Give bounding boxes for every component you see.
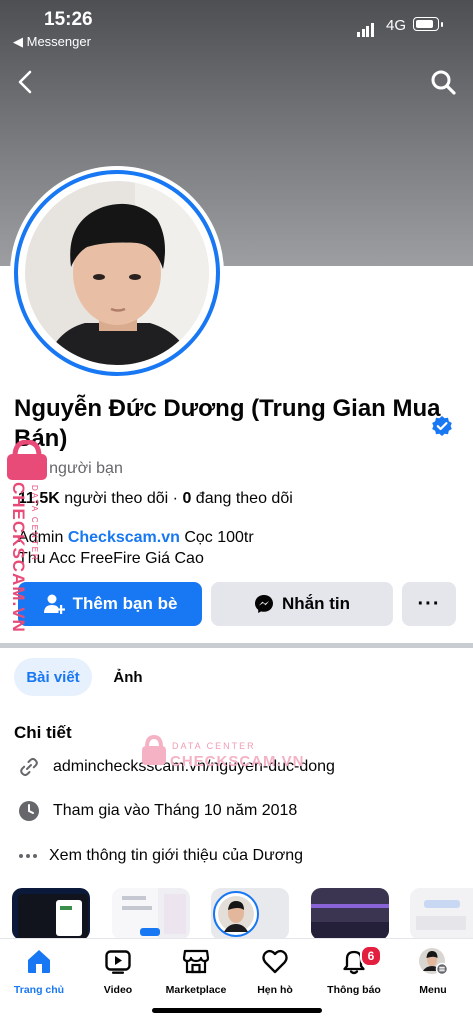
nav-menu[interactable]: Menu [395,947,471,996]
photo-thumbnail[interactable] [112,888,190,940]
video-icon [105,950,131,974]
message-button[interactable]: Nhắn tin [211,582,393,626]
menu-avatar-icon [419,948,449,976]
about-row[interactable]: Xem thông tin giới thiệu của Dương [18,843,303,869]
notification-badge: 6 [360,945,382,967]
status-bar: 15:26 ◀ Messenger 4G [0,0,473,52]
back-arrow-icon[interactable] [14,68,38,96]
signal-icon [357,19,375,37]
network-type: 4G [386,17,407,34]
profile-name: Nguyễn Đức Dương (Trung Gian Mua Bán) [14,395,441,452]
avatar-photo [25,181,209,365]
search-icon[interactable] [429,68,457,96]
tab-photos[interactable]: Ảnh [100,658,156,696]
more-options-button[interactable]: ··· [402,582,456,626]
photo-thumbnail[interactable] [211,888,289,940]
following-count: 0 [182,490,192,507]
bio-link[interactable]: Checkscam.vn [68,529,180,546]
tab-posts[interactable]: Bài viết [14,658,92,696]
nav-notifications[interactable]: 6 Thông báo [316,945,392,996]
home-icon [28,950,50,973]
nav-marketplace[interactable]: Marketplace [158,947,234,996]
nav-dating[interactable]: Hẹn hò [237,947,313,996]
watermark-caption: DATA CENTER [30,485,39,562]
nav-home[interactable]: Trang chủ [1,947,77,996]
watermark-brand: CHECKSCAM.VN [9,482,28,633]
nav-video[interactable]: Video [80,947,156,996]
section-divider [0,643,473,648]
home-indicator [152,1008,322,1013]
profile-picture[interactable] [10,166,224,380]
battery-icon [413,17,439,31]
status-time: 15:26 [44,9,93,30]
marketplace-icon [182,949,210,974]
photo-thumbnail[interactable] [410,888,473,940]
photo-thumbnail[interactable] [311,888,389,940]
clock-icon [19,801,39,821]
details-heading: Chi tiết [14,723,72,742]
watermark-brand: CHECKSCAM.VN [170,753,305,770]
back-to-messenger[interactable]: ◀ Messenger [13,34,91,50]
link-icon [20,757,38,777]
more-dots-icon [19,854,37,858]
joined-row: Tham gia vào Tháng 10 năm 2018 [18,798,297,824]
photo-thumbnail[interactable] [12,888,90,940]
dating-heart-icon [262,949,288,974]
watermark-lock-icon [142,735,166,765]
verified-badge-icon [432,416,452,436]
messenger-icon [255,595,273,613]
watermark-caption: DATA CENTER [172,741,256,751]
